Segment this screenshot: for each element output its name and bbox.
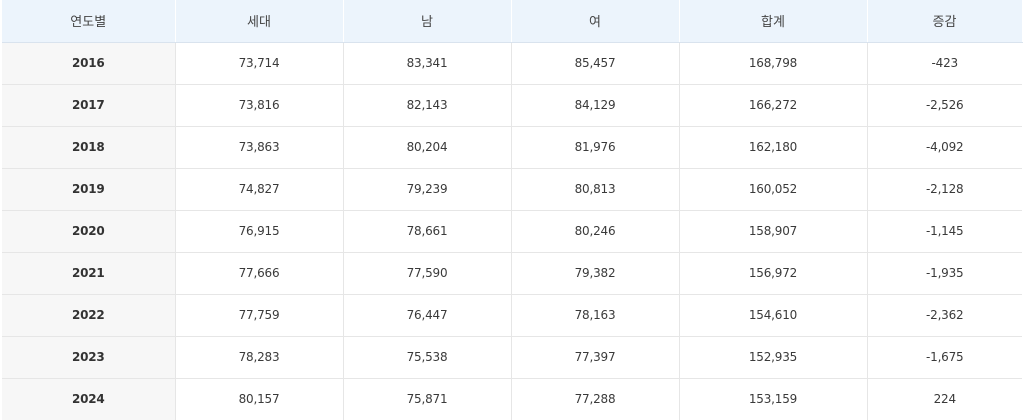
households-cell: 77,666 [175, 252, 344, 295]
year-cell: 2021 [2, 252, 176, 295]
year-cell: 2024 [2, 378, 176, 420]
header-row: 연도별 세대 남 여 합계 증감 [2, 0, 1023, 43]
households-cell: 77,759 [175, 294, 344, 337]
total-cell: 162,180 [679, 126, 868, 169]
year-cell: 2020 [2, 210, 176, 253]
table-row: 2018 73,863 80,204 81,976 162,180 -4,092 [2, 126, 1022, 169]
total-cell: 153,159 [679, 378, 868, 420]
year-cell: 2023 [2, 336, 176, 379]
table-row: 2023 78,283 75,538 77,397 152,935 -1,675 [2, 336, 1022, 379]
households-cell: 74,827 [175, 168, 344, 211]
table-row: 2019 74,827 79,239 80,813 160,052 -2,128 [2, 168, 1022, 211]
table-row: 2024 80,157 75,871 77,288 153,159 224 [2, 378, 1022, 420]
table-row: 2016 73,714 83,341 85,457 168,798 -423 [2, 42, 1022, 85]
header-female: 여 [510, 0, 680, 43]
year-cell: 2022 [2, 294, 176, 337]
male-cell: 82,143 [343, 84, 512, 127]
female-cell: 78,163 [511, 294, 680, 337]
total-cell: 166,272 [679, 84, 868, 127]
year-cell: 2019 [2, 168, 176, 211]
total-cell: 160,052 [679, 168, 868, 211]
population-table-container: 연도별 세대 남 여 합계 증감 2016 73,714 83,341 85,457 1… [0, 0, 1024, 420]
male-cell: 77,590 [343, 252, 512, 295]
change-cell: 224 [867, 378, 1022, 420]
header-change: 증감 [866, 0, 1023, 43]
total-cell: 158,907 [679, 210, 868, 253]
change-cell: -2,128 [867, 168, 1022, 211]
table-row: 2017 73,816 82,143 84,129 166,272 -2,526 [2, 84, 1022, 127]
total-cell: 156,972 [679, 252, 868, 295]
female-cell: 79,382 [511, 252, 680, 295]
table-header: 연도별 세대 남 여 합계 증감 [2, 0, 1023, 43]
table-row: 2020 76,915 78,661 80,246 158,907 -1,145 [2, 210, 1022, 253]
header-households: 세대 [174, 0, 344, 43]
households-cell: 73,816 [175, 84, 344, 127]
change-cell: -1,145 [867, 210, 1022, 253]
table-body: 2016 73,714 83,341 85,457 168,798 -423 2017 73,… [2, 42, 1022, 420]
female-cell: 81,976 [511, 126, 680, 169]
male-cell: 80,204 [343, 126, 512, 169]
female-cell: 80,246 [511, 210, 680, 253]
male-cell: 79,239 [343, 168, 512, 211]
header-year: 연도별 [2, 0, 176, 43]
header-total: 합계 [678, 0, 868, 43]
year-cell: 2018 [2, 126, 176, 169]
female-cell: 80,813 [511, 168, 680, 211]
male-cell: 78,661 [343, 210, 512, 253]
change-cell: -4,092 [867, 126, 1022, 169]
year-cell: 2017 [2, 84, 176, 127]
change-cell: -2,526 [867, 84, 1022, 127]
change-cell: -423 [867, 42, 1022, 85]
table-row: 2021 77,666 77,590 79,382 156,972 -1,935 [2, 252, 1022, 295]
change-cell: -2,362 [867, 294, 1022, 337]
households-cell: 73,863 [175, 126, 344, 169]
households-cell: 80,157 [175, 378, 344, 420]
table-row: 2022 77,759 76,447 78,163 154,610 -2,362 [2, 294, 1022, 337]
total-cell: 152,935 [679, 336, 868, 379]
total-cell: 168,798 [679, 42, 868, 85]
male-cell: 83,341 [343, 42, 512, 85]
households-cell: 76,915 [175, 210, 344, 253]
change-cell: -1,675 [867, 336, 1022, 379]
female-cell: 84,129 [511, 84, 680, 127]
male-cell: 76,447 [343, 294, 512, 337]
male-cell: 75,538 [343, 336, 512, 379]
households-cell: 78,283 [175, 336, 344, 379]
population-table: 연도별 세대 남 여 합계 증감 2016 73,714 83,341 85,457 1… [2, 0, 1023, 420]
female-cell: 77,397 [511, 336, 680, 379]
female-cell: 77,288 [511, 378, 680, 420]
female-cell: 85,457 [511, 42, 680, 85]
total-cell: 154,610 [679, 294, 868, 337]
male-cell: 75,871 [343, 378, 512, 420]
households-cell: 73,714 [175, 42, 344, 85]
header-male: 남 [342, 0, 512, 43]
change-cell: -1,935 [867, 252, 1022, 295]
year-cell: 2016 [2, 42, 176, 85]
